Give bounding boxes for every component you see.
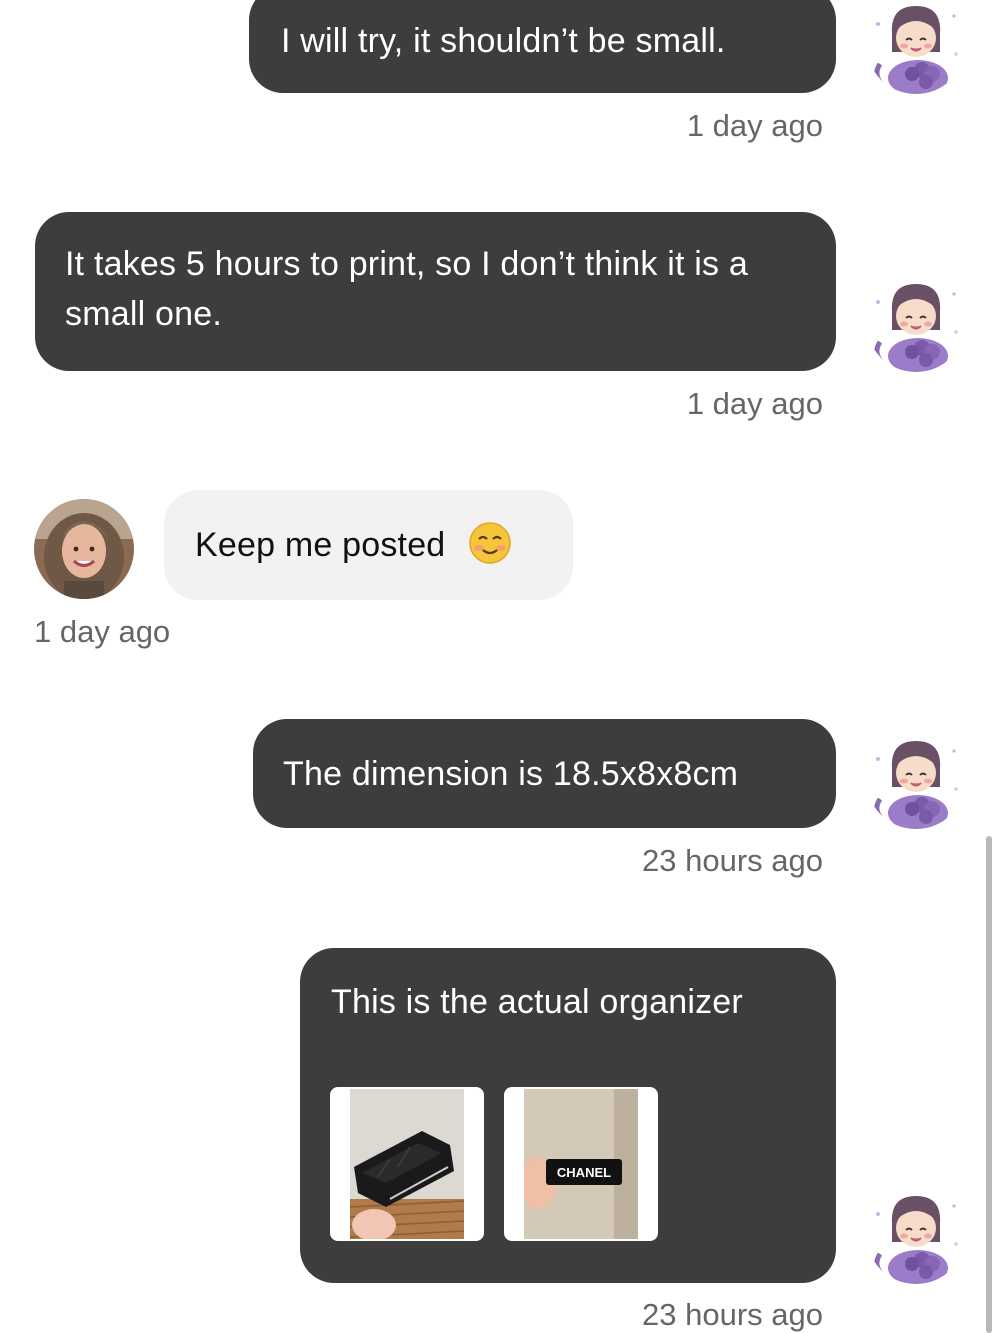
message-timestamp: 1 day ago [34,614,171,649]
message-text: I will try, it shouldn’t be small. [281,22,726,60]
smiling-face-icon [469,522,511,564]
recipient-avatar-icon[interactable] [34,499,134,599]
organizer-label-text: CHANEL [557,1165,611,1180]
message-bubble-outgoing[interactable]: It takes 5 hours to print, so I don’t th… [35,212,836,371]
sender-avatar-icon[interactable] [866,729,966,829]
message-timestamp: 1 day ago [686,386,823,421]
message-timestamp: 23 hours ago [642,1297,823,1332]
sender-avatar-icon[interactable] [866,272,966,372]
message-thread: I will try, it shouldn’t be small. 1 day… [0,0,1000,1333]
message-bubble-incoming[interactable]: Keep me posted [164,490,573,600]
photo-attachment[interactable] [330,1087,484,1241]
message-bubble-outgoing[interactable]: The dimension is 18.5x8x8cm [253,719,836,828]
message-text: It takes 5 hours to print, so I don’t th… [65,245,748,333]
message-text: The dimension is 18.5x8x8cm [283,755,739,793]
message-timestamp: 23 hours ago [642,843,823,878]
message-bubble-outgoing[interactable]: I will try, it shouldn’t be small. [249,0,836,93]
sender-avatar-icon[interactable] [866,1184,966,1284]
message-timestamp: 1 day ago [686,108,823,143]
message-text: This is the actual organizer [331,983,743,1021]
message-text: Keep me posted [195,526,446,564]
photo-attachment[interactable]: CHANEL [504,1087,658,1241]
scrollbar[interactable] [986,836,992,1333]
sender-avatar-icon[interactable] [866,0,966,94]
